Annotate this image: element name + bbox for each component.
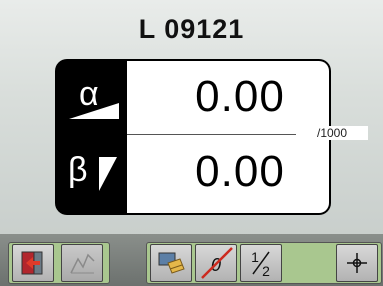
svg-text:1: 1: [251, 249, 259, 265]
alpha-value: 0.00: [195, 72, 285, 121]
graph-icon: [70, 253, 95, 274]
unit-label: /1000: [296, 126, 368, 140]
inclinometer-screen: L 09121 α 0.00 /1000 β 0.00 1 2: [0, 0, 383, 286]
beta-value: 0.00: [195, 147, 285, 196]
device-title: L 09121: [138, 14, 245, 44]
half-icon: 1 2: [251, 249, 270, 278]
exit-icon: [21, 251, 43, 275]
beta-wedge-icon: [99, 157, 117, 191]
crosshair-button[interactable]: [336, 244, 378, 282]
zero-icon: 0: [201, 247, 233, 279]
half-button[interactable]: 1 2: [240, 244, 282, 282]
zero-button[interactable]: 0: [195, 244, 237, 282]
edit-button[interactable]: [150, 244, 192, 282]
beta-symbol: β: [68, 151, 88, 189]
crosshair-icon: [347, 253, 367, 273]
left-button-group: [8, 242, 110, 284]
reading-panel: α 0.00 /1000 β 0.00: [55, 59, 368, 215]
alpha-wedge-icon: [69, 103, 119, 119]
bottom-toolbar: 0 1 2: [0, 234, 383, 286]
pencil-hand-icon: [158, 252, 185, 274]
right-button-group: 0 1 2: [146, 242, 382, 284]
svg-text:2: 2: [262, 263, 270, 278]
exit-button[interactable]: [12, 244, 54, 282]
measurement-display: L 09121 α 0.00 /1000 β 0.00: [0, 0, 383, 234]
graph-button[interactable]: [61, 244, 103, 282]
